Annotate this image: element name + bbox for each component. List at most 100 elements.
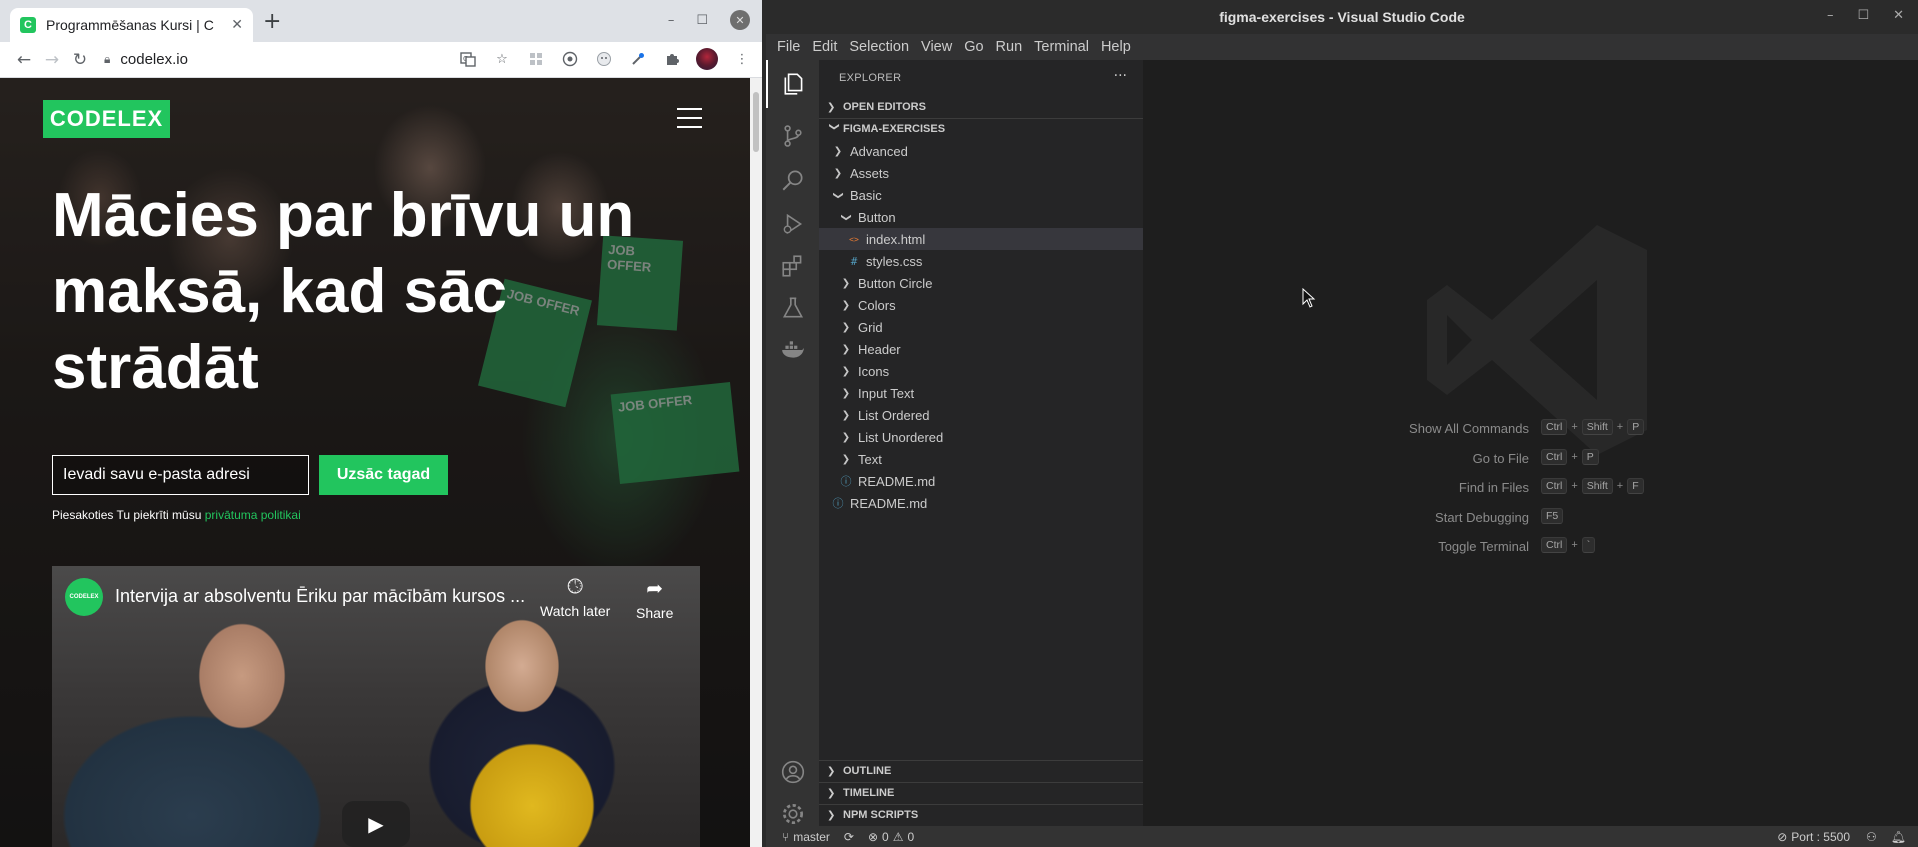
tree-folder[interactable]: ❯ Colors bbox=[819, 294, 1143, 316]
problems-indicator[interactable]: ⊗ 0 ⚠ 0 bbox=[868, 830, 914, 844]
branch-name: master bbox=[793, 829, 830, 844]
keycap: ` bbox=[1581, 537, 1596, 553]
shortcut-hint[interactable]: Toggle Terminal Ctrl + ` bbox=[1143, 537, 1918, 557]
extension-face-icon[interactable] bbox=[594, 49, 614, 69]
chevron-right-icon: ❯ bbox=[841, 431, 851, 443]
video-embed[interactable]: CODELEX Intervija ar absolventu Ēriku pa… bbox=[52, 566, 700, 847]
translate-icon[interactable]: G bbox=[458, 49, 478, 69]
tree-folder[interactable]: ❯ List Unordered bbox=[819, 426, 1143, 448]
branch-indicator[interactable]: ⑂ master bbox=[782, 830, 830, 844]
tree-folder[interactable]: ❯ Advanced bbox=[819, 140, 1143, 162]
browser-tab[interactable]: C Programmēšanas Kursi | C ✕ bbox=[10, 8, 253, 42]
notifications-bell-icon[interactable]: 🔔︎ bbox=[1891, 830, 1906, 844]
hamburger-menu-icon[interactable] bbox=[677, 108, 702, 128]
project-section[interactable]: ❯ FIGMA-EXERCISES bbox=[819, 118, 1143, 140]
open-editors-section[interactable]: ❯ OPEN EDITORS bbox=[819, 96, 1143, 118]
maximize-icon[interactable]: ☐ bbox=[1857, 8, 1869, 23]
chevron-right-icon: ❯ bbox=[827, 787, 836, 799]
forward-icon[interactable]: → bbox=[38, 50, 66, 70]
shortcut-hint[interactable]: Start Debugging F5 bbox=[1143, 507, 1918, 528]
maximize-icon[interactable]: ☐ bbox=[696, 13, 708, 28]
shortcut-hint[interactable]: Go to File Ctrl + P bbox=[1143, 448, 1918, 469]
menu-view[interactable]: View bbox=[921, 39, 952, 55]
live-server-port[interactable]: ⊘ Port : 5500 bbox=[1777, 830, 1850, 844]
share-button[interactable]: ➦ Share bbox=[636, 576, 673, 621]
start-now-button[interactable]: Uzsāc tagad bbox=[319, 455, 448, 495]
accounts-icon[interactable] bbox=[766, 748, 819, 796]
menu-file[interactable]: File bbox=[777, 39, 800, 55]
sync-icon[interactable]: ⟳ bbox=[844, 830, 854, 844]
npm-scripts-section[interactable]: ❯ NPM SCRIPTS bbox=[819, 804, 1143, 826]
channel-avatar[interactable]: CODELEX bbox=[65, 578, 103, 616]
keycap: F bbox=[1627, 478, 1644, 494]
tree-item-label: Input Text bbox=[858, 385, 915, 401]
tree-file[interactable]: ⓘ README.md bbox=[819, 470, 1143, 492]
close-icon[interactable]: ✕ bbox=[1893, 8, 1904, 23]
favicon-icon: C bbox=[20, 17, 36, 33]
extensions-puzzle-icon[interactable] bbox=[662, 49, 682, 69]
search-icon[interactable] bbox=[766, 156, 819, 204]
menu-edit[interactable]: Edit bbox=[812, 39, 837, 55]
address-bar[interactable]: 🔒︎ codelex.io bbox=[104, 46, 188, 74]
toolbar-icons: G ☆ ⋮ bbox=[458, 48, 752, 70]
more-actions-icon[interactable]: ··· bbox=[1114, 68, 1127, 84]
minimize-icon[interactable]: – bbox=[668, 13, 675, 28]
menu-go[interactable]: Go bbox=[964, 39, 983, 55]
docker-icon[interactable] bbox=[766, 326, 819, 374]
back-icon[interactable]: ← bbox=[10, 50, 38, 70]
new-tab-icon[interactable]: + bbox=[263, 11, 281, 33]
video-title[interactable]: Intervija ar absolventu Ēriku par mācībā… bbox=[115, 586, 535, 607]
run-debug-icon[interactable] bbox=[766, 200, 819, 248]
tree-file[interactable]: ⓘ README.md bbox=[819, 492, 1143, 514]
page-scrollbar[interactable] bbox=[750, 78, 762, 847]
tree-folder[interactable]: ❯ Button bbox=[819, 206, 1143, 228]
menu-help[interactable]: Help bbox=[1101, 39, 1131, 55]
email-input[interactable]: Ievadi savu e-pasta adresi bbox=[52, 455, 309, 495]
menu-run[interactable]: Run bbox=[996, 39, 1023, 55]
tree-folder[interactable]: ❯ Header bbox=[819, 338, 1143, 360]
extension-grid-icon[interactable] bbox=[526, 49, 546, 69]
tree-folder[interactable]: ❯ Button Circle bbox=[819, 272, 1143, 294]
tree-folder[interactable]: ❯ Input Text bbox=[819, 382, 1143, 404]
menu-selection[interactable]: Selection bbox=[849, 39, 909, 55]
watch-later-button[interactable]: 🕓︎ Watch later bbox=[540, 576, 610, 619]
play-icon[interactable]: ▶ bbox=[342, 801, 410, 847]
profile-avatar[interactable] bbox=[696, 48, 718, 70]
explorer-icon[interactable] bbox=[766, 60, 819, 108]
chrome-menu-icon[interactable]: ⋮ bbox=[732, 49, 752, 69]
codelex-logo[interactable]: CODELEX bbox=[43, 100, 170, 138]
extension-circle-icon[interactable] bbox=[560, 49, 580, 69]
lock-icon[interactable]: 🔒︎ bbox=[104, 52, 110, 67]
tree-folder[interactable]: ❯ Grid bbox=[819, 316, 1143, 338]
shortcut-hint[interactable]: Show All Commands Ctrl + Shift + P bbox=[1143, 419, 1918, 439]
shortcut-hint[interactable]: Find in Files Ctrl + Shift + F bbox=[1143, 478, 1918, 498]
feedback-icon[interactable]: ⚇ bbox=[1866, 830, 1877, 844]
menu-terminal[interactable]: Terminal bbox=[1034, 39, 1089, 55]
testing-flask-icon[interactable] bbox=[766, 284, 819, 332]
eyedropper-icon[interactable] bbox=[628, 49, 648, 69]
tree-folder[interactable]: ❯ List Ordered bbox=[819, 404, 1143, 426]
tree-file[interactable]: # styles.css bbox=[819, 250, 1143, 272]
tree-item-label: Advanced bbox=[850, 143, 908, 159]
clock-icon: 🕓︎ bbox=[567, 576, 584, 598]
tree-folder[interactable]: ❯ Basic bbox=[819, 184, 1143, 206]
scrollbar-thumb[interactable] bbox=[753, 92, 759, 152]
info-file-icon: ⓘ bbox=[832, 497, 844, 510]
minimize-icon[interactable]: – bbox=[1827, 8, 1834, 23]
tree-folder[interactable]: ❯ Assets bbox=[819, 162, 1143, 184]
tab-close-icon[interactable]: ✕ bbox=[231, 17, 243, 33]
section-label: OUTLINE bbox=[843, 765, 892, 777]
outline-section[interactable]: ❯ OUTLINE bbox=[819, 760, 1143, 782]
tree-folder[interactable]: ❯ Text bbox=[819, 448, 1143, 470]
star-icon[interactable]: ☆ bbox=[492, 49, 512, 69]
timeline-section[interactable]: ❯ TIMELINE bbox=[819, 782, 1143, 804]
close-window-icon[interactable]: ✕ bbox=[730, 10, 750, 30]
shortcut-label: Go to File bbox=[1472, 450, 1529, 466]
extensions-icon[interactable] bbox=[766, 242, 819, 290]
privacy-policy-link[interactable]: privātuma politikai bbox=[205, 508, 301, 522]
tree-folder[interactable]: ❯ Icons bbox=[819, 360, 1143, 382]
source-control-icon[interactable] bbox=[766, 112, 819, 160]
reload-icon[interactable]: ↻ bbox=[66, 50, 94, 70]
tree-file[interactable]: <> index.html bbox=[819, 228, 1143, 250]
section-label: OPEN EDITORS bbox=[843, 101, 926, 113]
